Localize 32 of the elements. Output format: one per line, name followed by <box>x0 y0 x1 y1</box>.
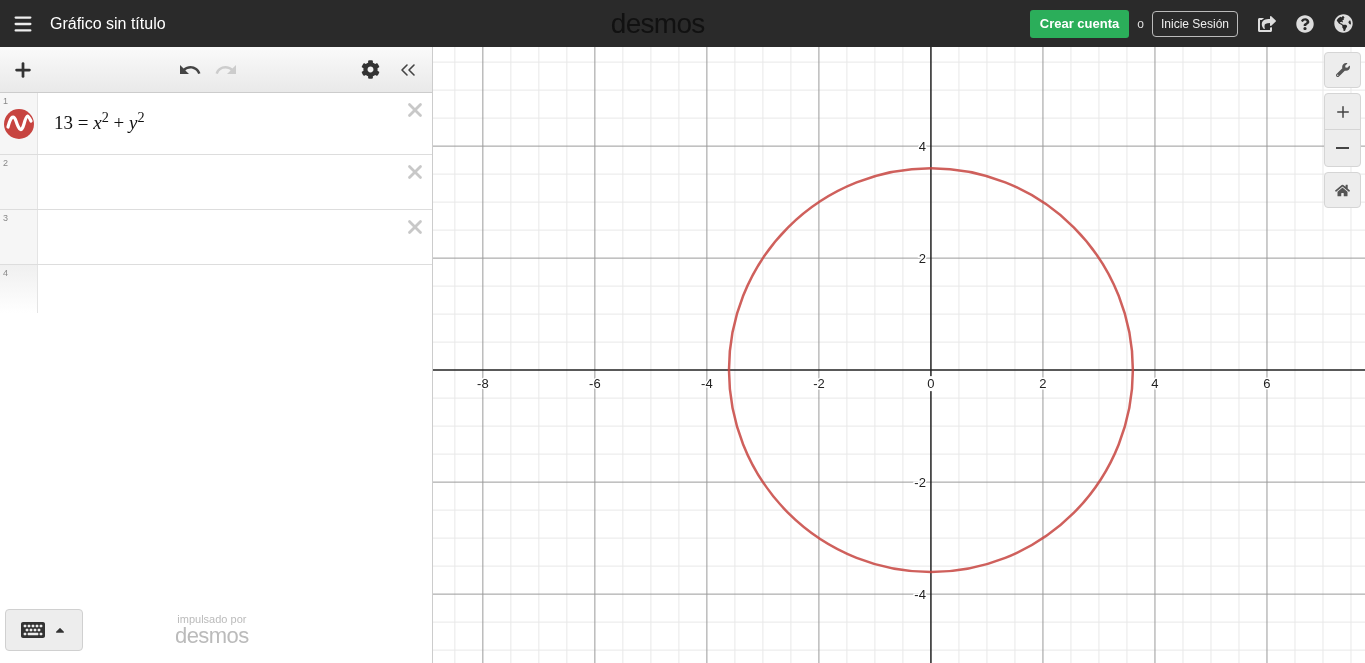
language-globe-icon[interactable] <box>1334 14 1353 33</box>
graph-title[interactable]: Gráfico sin título <box>50 11 166 36</box>
keyboard-toggle-button[interactable] <box>5 609 83 651</box>
math-expression[interactable]: 13 = x$^{2}$ + y$^{2}$ <box>54 109 145 138</box>
home-button[interactable] <box>1324 172 1361 208</box>
login-button[interactable]: Inicie Sesión <box>1151 10 1238 37</box>
wrench-icon <box>1335 63 1350 77</box>
axis-tick-label: 4 <box>918 139 926 155</box>
or-text: o <box>1137 15 1144 33</box>
axis-tick-label: -2 <box>813 376 825 392</box>
settings-wrench-button[interactable] <box>1324 52 1361 88</box>
axis-tick-label: -4 <box>914 587 926 603</box>
powered-by-text: impulsado por <box>177 613 247 625</box>
axis-tick-label: 2 <box>1039 376 1047 392</box>
axis-tick-label: 6 <box>1263 376 1271 392</box>
expression-number: 3 <box>3 212 8 225</box>
help-icon[interactable] <box>1296 14 1314 33</box>
axis-tick-label: -6 <box>589 376 601 392</box>
expression-number: 2 <box>3 157 8 170</box>
axis-tick-label: 4 <box>1151 376 1159 392</box>
settings-icon[interactable] <box>361 60 380 79</box>
axis-tick-label: 0 <box>927 376 935 392</box>
axis-tick-label: -4 <box>701 376 713 392</box>
expression-number: 1 <box>3 95 8 108</box>
axis-tick-label: -2 <box>914 475 926 491</box>
expression-number: 4 <box>3 267 8 280</box>
axis-tick-label: 2 <box>918 251 926 267</box>
curve-color-icon[interactable] <box>3 108 34 139</box>
minus-icon <box>1336 147 1349 149</box>
axis-tick-label: -8 <box>477 376 489 392</box>
home-icon <box>1335 182 1350 198</box>
share-icon[interactable] <box>1258 14 1276 33</box>
